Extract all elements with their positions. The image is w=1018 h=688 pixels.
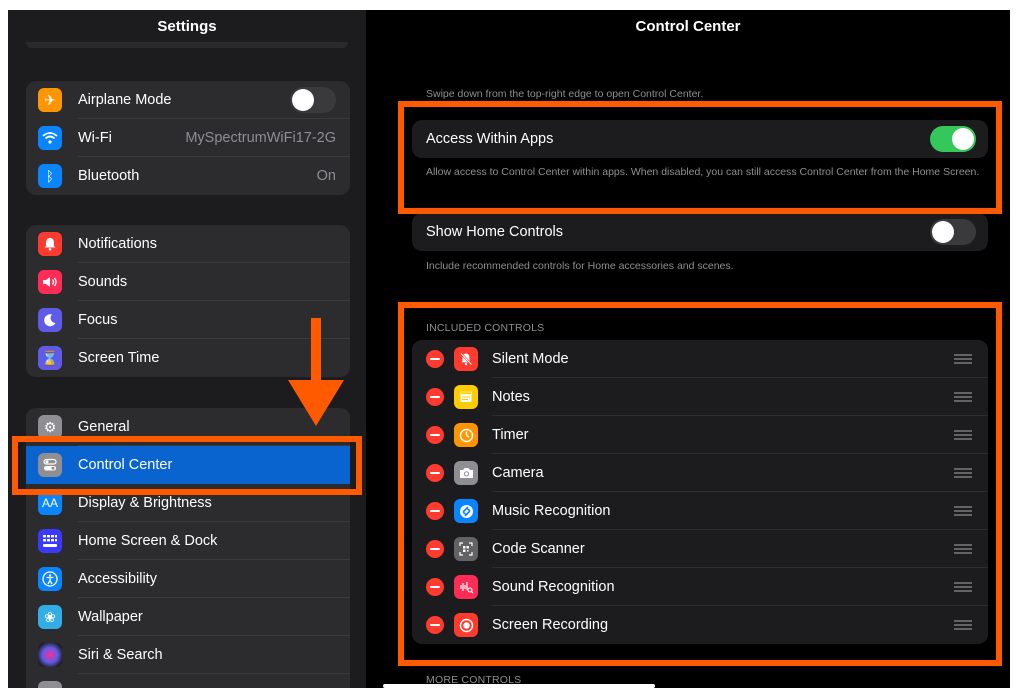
bell-icon (38, 232, 62, 256)
bluetooth-icon: ᛒ (38, 164, 62, 188)
sidebar-item-sounds[interactable]: Sounds (26, 263, 350, 301)
intro-text: Swipe down from the top-right edge to op… (426, 88, 704, 100)
show-home-controls-label: Show Home Controls (426, 224, 563, 240)
sidebar-item-label: Home Screen & Dock (78, 533, 218, 549)
search-field-edge (26, 42, 348, 48)
show-home-controls-group: Show Home Controls (412, 213, 988, 251)
siri-icon (38, 643, 62, 667)
sidebar-item-wifi[interactable]: Wi-Fi MySpectrumWiFi17-2G (26, 119, 350, 157)
sidebar-title: Settings (157, 18, 217, 35)
page-title: Control Center (635, 18, 741, 35)
accessibility-icon (38, 567, 62, 591)
show-home-controls-footer: Include recommended controls for Home ac… (426, 260, 734, 272)
notifications-group: Notifications Sounds Focus ⌛ Screen Time (26, 225, 350, 377)
sidebar-item-notifications[interactable]: Notifications (26, 225, 350, 263)
wifi-icon (38, 126, 62, 150)
sidebar-item-home-screen-dock[interactable]: Home Screen & Dock (26, 522, 350, 560)
sidebar-item-label: General (78, 419, 130, 435)
sidebar-header: Settings (8, 10, 366, 50)
sidebar-item-screen-time[interactable]: ⌛ Screen Time (26, 339, 350, 377)
connectivity-group: ✈ Airplane Mode Wi-Fi MySpectrumWiFi17-2… (26, 81, 350, 195)
sidebar-item-label: Notifications (78, 236, 157, 252)
highlight-access-within-apps (398, 101, 1002, 214)
hourglass-icon: ⌛ (38, 346, 62, 370)
flower-icon: ❀ (38, 605, 62, 629)
sidebar-item-bluetooth[interactable]: ᛒ Bluetooth On (26, 157, 350, 195)
grid-icon (38, 529, 62, 553)
sidebar-item-siri-search[interactable]: Siri & Search (26, 636, 350, 674)
sidebar-item-airplane-mode[interactable]: ✈ Airplane Mode (26, 81, 350, 119)
sidebar-item-label: Focus (78, 312, 118, 328)
sidebar-item-partial[interactable] (26, 674, 350, 688)
sidebar-item-label: Accessibility (78, 571, 157, 587)
sidebar-item-wallpaper[interactable]: ❀ Wallpaper (26, 598, 350, 636)
airplane-icon: ✈ (38, 88, 62, 112)
moon-icon (38, 308, 62, 332)
sidebar-item-label: Screen Time (78, 350, 160, 366)
sidebar-item-focus[interactable]: Focus (26, 301, 350, 339)
sidebar-item-label: Sounds (78, 274, 128, 290)
sidebar-item-label: Display & Brightness (78, 495, 212, 511)
sidebar-item-label: Siri & Search (78, 647, 163, 663)
wifi-network-name: MySpectrumWiFi17-2G (185, 130, 336, 146)
show-home-controls-toggle[interactable] (930, 219, 976, 245)
sidebar-item-label: Airplane Mode (78, 92, 172, 108)
airplane-mode-toggle[interactable] (290, 87, 336, 113)
partial-icon (38, 681, 62, 688)
arrow-down-icon (288, 380, 344, 426)
bluetooth-status: On (316, 168, 336, 184)
sidebar-item-label: Wi-Fi (78, 130, 112, 146)
arrow-shaft (311, 318, 321, 384)
sidebar-item-accessibility[interactable]: Accessibility (26, 560, 350, 598)
speaker-icon (38, 270, 62, 294)
highlight-included-controls (398, 302, 1002, 666)
sidebar-item-label: Bluetooth (78, 168, 140, 184)
highlight-control-center (12, 436, 362, 495)
show-home-controls-row[interactable]: Show Home Controls (412, 213, 988, 251)
home-indicator[interactable] (383, 684, 655, 688)
sidebar-item-label: Wallpaper (78, 609, 143, 625)
